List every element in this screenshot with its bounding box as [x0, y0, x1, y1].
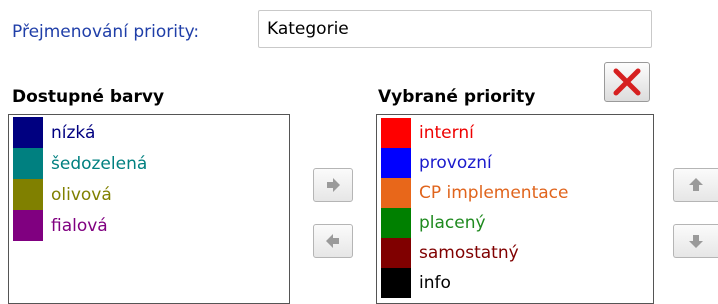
item-label: šedozelená [51, 153, 148, 174]
list-item[interactable]: placený [381, 208, 653, 238]
list-item[interactable]: samostatný [381, 238, 653, 268]
list-item[interactable]: fialová [13, 210, 289, 241]
item-label: olivová [51, 184, 112, 205]
remove-priority-button[interactable] [313, 224, 353, 258]
item-label: interní [419, 123, 474, 143]
color-swatch [381, 118, 411, 148]
list-item[interactable]: šedozelená [13, 148, 289, 179]
delete-priority-button[interactable] [604, 62, 650, 102]
color-swatch [381, 268, 411, 298]
color-swatch [381, 208, 411, 238]
color-swatch [13, 179, 43, 210]
list-item[interactable]: info [381, 268, 653, 298]
add-priority-button[interactable] [313, 168, 353, 202]
list-item[interactable]: olivová [13, 179, 289, 210]
arrow-right-icon [327, 178, 340, 192]
arrow-up-icon [689, 178, 703, 191]
selected-priorities-heading: Vybrané priority [378, 87, 536, 107]
red-x-icon [613, 68, 641, 96]
item-label: samostatný [419, 243, 519, 263]
arrow-down-icon [689, 235, 703, 248]
color-swatch [13, 117, 43, 148]
list-item[interactable]: provozní [381, 148, 653, 178]
item-label: info [419, 273, 451, 293]
item-label: CP implementace [419, 183, 569, 203]
color-swatch [381, 178, 411, 208]
list-item[interactable]: CP implementace [381, 178, 653, 208]
rename-priority-input[interactable] [258, 10, 652, 48]
color-swatch [13, 148, 43, 179]
arrow-left-icon [326, 234, 339, 248]
list-item[interactable]: interní [381, 118, 653, 148]
item-label: fialová [51, 215, 108, 236]
move-up-button[interactable] [673, 168, 718, 202]
item-label: nízká [51, 122, 96, 143]
color-swatch [381, 148, 411, 178]
item-label: provozní [419, 153, 492, 173]
list-item[interactable]: nízká [13, 117, 289, 148]
color-swatch [381, 238, 411, 268]
available-colors-heading: Dostupné barvy [12, 87, 165, 107]
selected-priorities-list[interactable]: interní provozní CP implementace placený… [376, 114, 654, 304]
rename-priority-label: Přejmenování priority: [12, 22, 200, 42]
item-label: placený [419, 213, 486, 233]
move-down-button[interactable] [673, 224, 718, 258]
color-swatch [13, 210, 43, 241]
available-colors-list[interactable]: nízká šedozelená olivová fialová [8, 114, 290, 304]
